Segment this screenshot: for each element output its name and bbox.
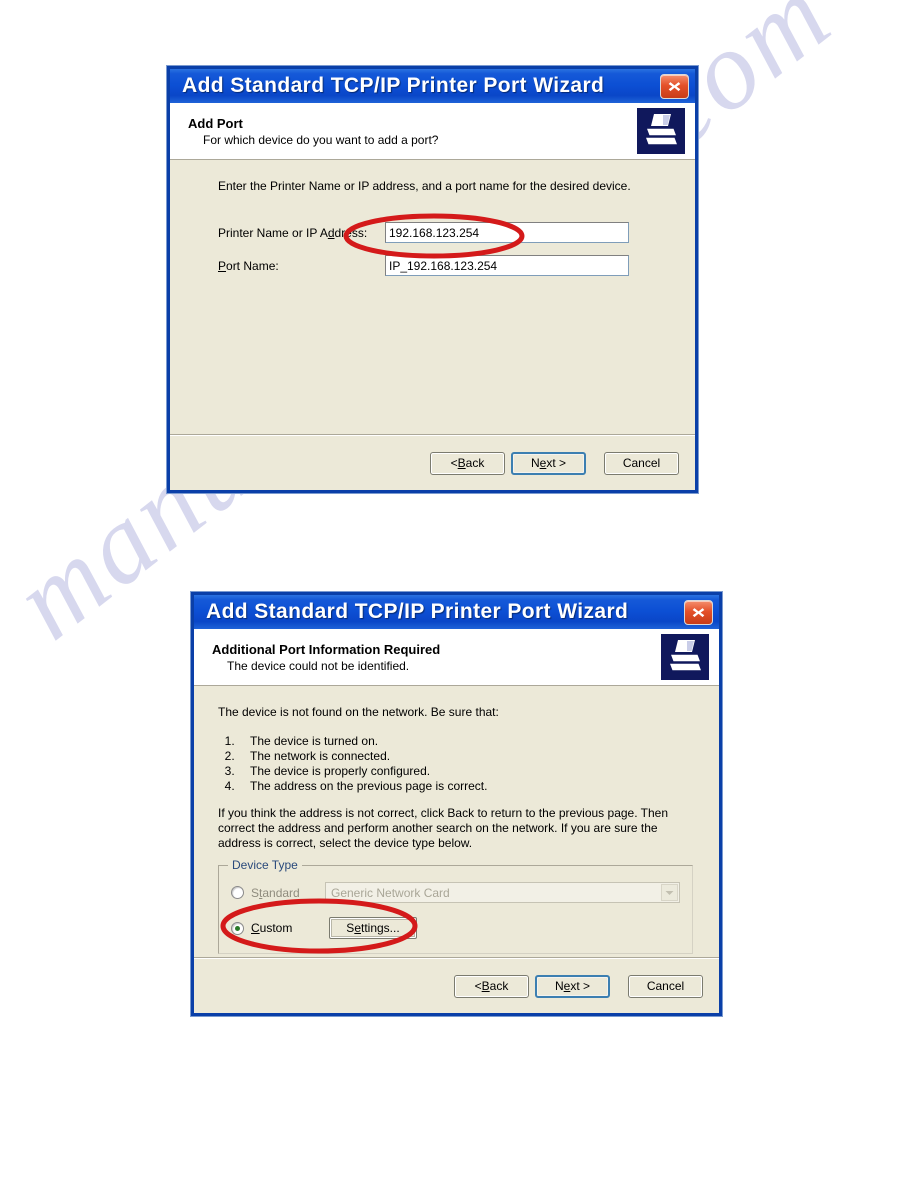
window-title: Add Standard TCP/IP Printer Port Wizard: [206, 600, 629, 623]
standard-device-value: Generic Network Card: [331, 885, 450, 900]
custom-radio[interactable]: [231, 921, 244, 935]
standard-device-combobox[interactable]: Generic Network Card: [325, 882, 680, 903]
chevron-down-icon[interactable]: [661, 884, 678, 901]
list-item: The device is turned on.: [238, 734, 699, 749]
page-subtitle: The device could not be identified.: [227, 658, 410, 673]
dialog-header: Add Port For which device do you want to…: [170, 103, 695, 160]
standard-radio-label: Standard: [251, 885, 300, 900]
port-name-row: Port Name:: [218, 255, 671, 276]
next-button[interactable]: Ne xt >: [535, 974, 610, 998]
cancel-button[interactable]: Cancel: [628, 974, 703, 998]
back-button[interactable]: < Back: [430, 451, 505, 475]
header-texts: Add Port For which device do you want to…: [188, 115, 637, 148]
add-port-dialog: Add Standard TCP/IP Printer Port Wizard …: [167, 66, 698, 493]
device-type-legend: Device Type: [228, 858, 302, 872]
device-type-group: Device Type Standard Generic Network Car…: [218, 858, 693, 954]
port-form: Printer Name or IP Address: Port Name:: [218, 222, 671, 276]
dialog-footer: < Back Ne xt > Cancel: [194, 959, 719, 1013]
close-icon[interactable]: [660, 73, 689, 99]
back-button[interactable]: < Back: [454, 974, 529, 998]
port-name-label: Port Name:: [218, 258, 279, 273]
troubleshooting-list: The device is turned on. The network is …: [218, 734, 699, 794]
instruction-text: Enter the Printer Name or IP address, an…: [218, 179, 631, 193]
printer-name-ip-input[interactable]: [385, 222, 629, 243]
list-item: The network is connected.: [238, 749, 699, 764]
list-item: The address on the previous page is corr…: [238, 779, 699, 794]
dialog-body: Enter the Printer Name or IP address, an…: [170, 160, 695, 490]
printer-name-label: Printer Name or IP Address:: [218, 225, 368, 240]
printer-icon: [637, 108, 685, 154]
window-title: Add Standard TCP/IP Printer Port Wizard: [182, 74, 605, 97]
dialog-content: Enter the Printer Name or IP address, an…: [170, 160, 695, 276]
page-subtitle: For which device do you want to add a po…: [203, 132, 439, 147]
custom-radio-label: Custom: [251, 921, 293, 935]
dialog-body: The device is not found on the network. …: [194, 686, 719, 1013]
titlebar: Add Standard TCP/IP Printer Port Wizard: [194, 595, 719, 629]
custom-device-row: Custom Se ttings...: [231, 917, 680, 939]
instruction-paragraph: If you think the address is not correct,…: [218, 806, 669, 850]
additional-port-info-dialog: Add Standard TCP/IP Printer Port Wizard …: [191, 592, 722, 1016]
page-title: Additional Port Information Required: [212, 641, 441, 657]
settings-button[interactable]: Se ttings...: [329, 917, 417, 939]
dialog-header: Additional Port Information Required The…: [194, 629, 719, 686]
page-title: Add Port: [188, 115, 243, 131]
header-texts: Additional Port Information Required The…: [212, 641, 661, 674]
dialog-footer: < Back Ne xt > Cancel: [170, 436, 695, 490]
list-item: The device is properly configured.: [238, 764, 699, 779]
printer-name-row: Printer Name or IP Address:: [218, 222, 671, 243]
standard-radio[interactable]: [231, 886, 244, 899]
printer-icon: [661, 634, 709, 680]
document-page: manualsarchive.com Add Standard TCP/IP P…: [0, 0, 918, 1188]
next-button[interactable]: Ne xt >: [511, 451, 586, 475]
status-message: The device is not found on the network. …: [218, 705, 499, 719]
close-icon[interactable]: [684, 599, 713, 625]
titlebar: Add Standard TCP/IP Printer Port Wizard: [170, 69, 695, 103]
port-name-input[interactable]: [385, 255, 629, 276]
cancel-button[interactable]: Cancel: [604, 451, 679, 475]
standard-device-row: Standard Generic Network Card: [231, 882, 680, 903]
dialog-content: The device is not found on the network. …: [194, 686, 719, 954]
